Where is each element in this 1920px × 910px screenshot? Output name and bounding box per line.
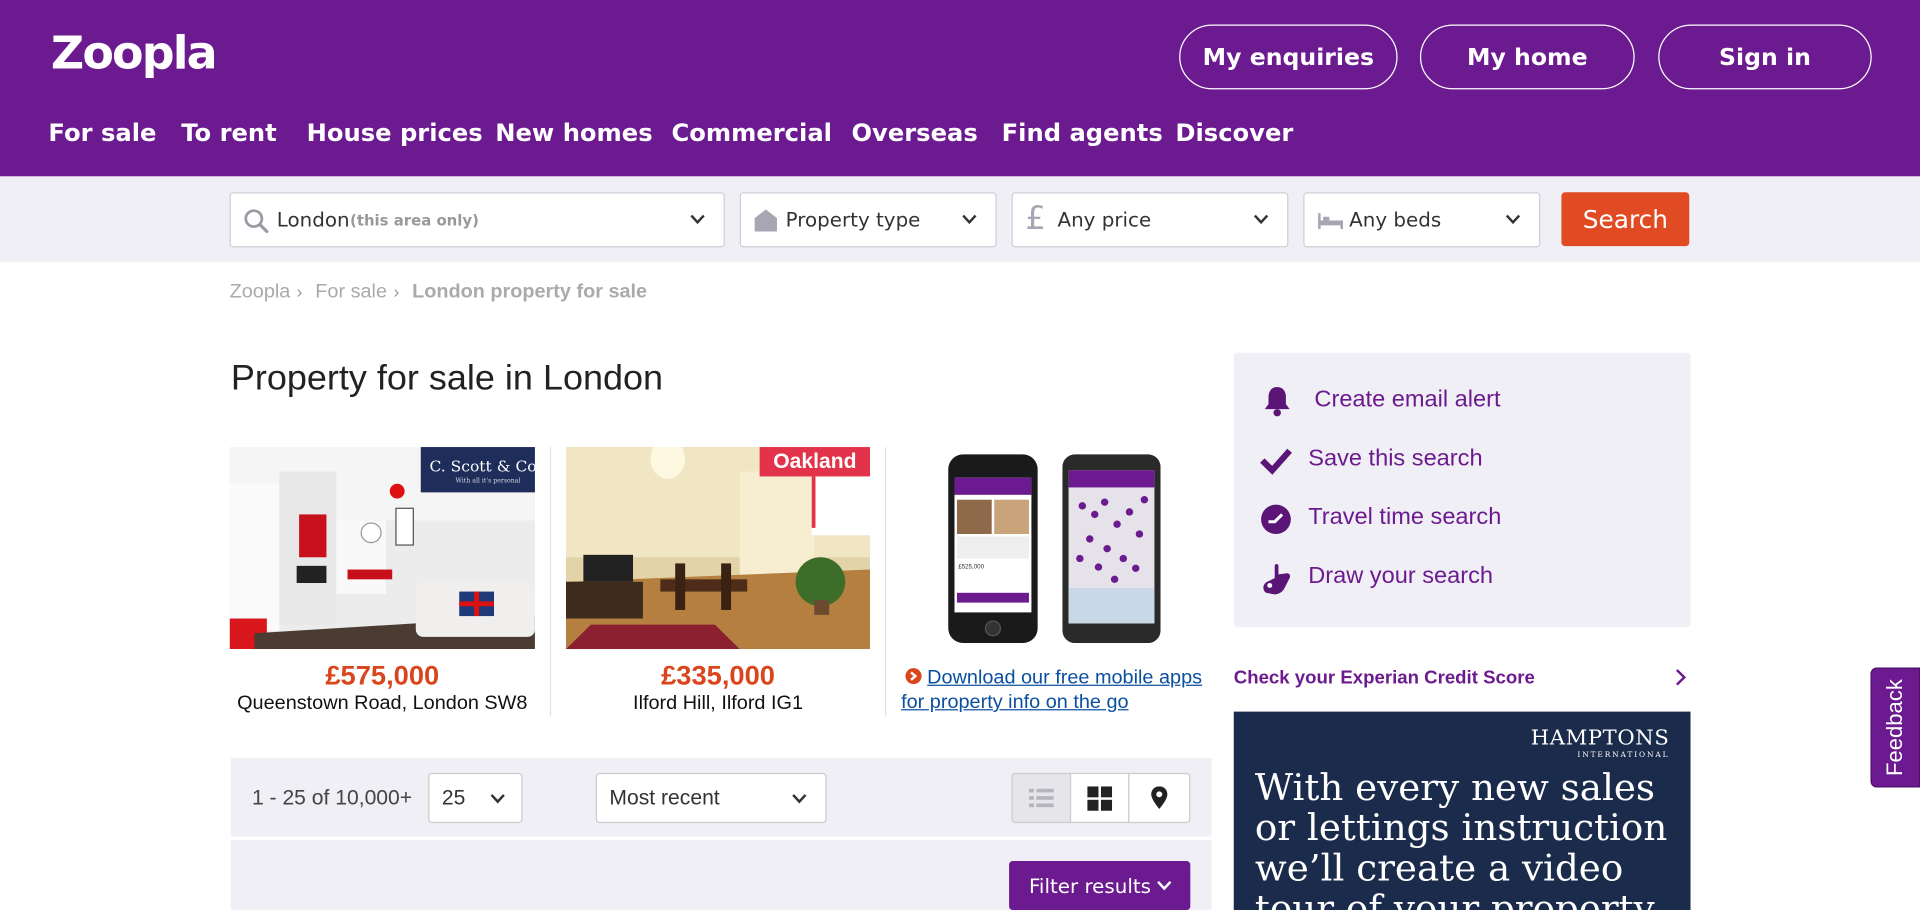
app-price: £525,000: [958, 563, 984, 570]
filter-results-button[interactable]: Filter results: [1009, 861, 1191, 910]
beds-label: Any beds: [1349, 208, 1442, 232]
per-page-value: 25: [441, 785, 466, 809]
travel-time-search-link[interactable]: Travel time search: [1308, 505, 1501, 532]
my-enquiries-button[interactable]: My enquiries: [1179, 24, 1398, 90]
zoopla-logo[interactable]: Zoopla: [51, 27, 218, 80]
map-pin-icon: [1151, 786, 1168, 809]
breadcrumb-separator-icon: ›: [296, 281, 303, 302]
mobile-app-phones-image[interactable]: £525,000: [943, 451, 1166, 647]
site-header: Zoopla My enquiries My home Sign in For …: [0, 0, 1920, 177]
draw-your-search-link[interactable]: Draw your search: [1308, 563, 1493, 590]
property-address[interactable]: Queenstown Road, London SW8: [230, 693, 535, 715]
chevron-right-icon[interactable]: [1673, 668, 1688, 688]
chevron-down-icon: [1157, 881, 1172, 891]
nav-house-prices[interactable]: House prices: [307, 119, 483, 147]
nav-find-agents[interactable]: Find agents: [1002, 119, 1163, 147]
agent-logo: C. Scott & Co With all it's personal: [420, 447, 535, 493]
chevron-down-icon: [490, 794, 505, 804]
my-home-button[interactable]: My home: [1419, 24, 1635, 90]
chevron-down-icon: [1253, 214, 1269, 225]
ad-brand: HAMPTONS: [1530, 726, 1670, 751]
featured-property-image[interactable]: Oakland: [565, 447, 871, 650]
clock-icon: [1261, 504, 1291, 535]
search-icon: [244, 209, 269, 234]
beds-select[interactable]: Any beds: [1303, 192, 1541, 248]
divider: [549, 447, 552, 717]
breadcrumb-zoopla[interactable]: Zoopla: [230, 282, 291, 304]
nav-for-sale[interactable]: For sale: [48, 119, 156, 147]
grid-view-icon: [1087, 785, 1113, 811]
featured-property-image[interactable]: C. Scott & Co With all it's personal: [229, 447, 535, 650]
location-value: London: [276, 208, 350, 232]
experian-credit-link[interactable]: Check your Experian Credit Score: [1234, 668, 1535, 689]
chevron-down-icon: [1505, 214, 1521, 225]
feedback-tab[interactable]: Feedback: [1870, 667, 1920, 788]
agent-tagline: With all it's personal: [455, 477, 521, 486]
nav-discover[interactable]: Discover: [1175, 119, 1293, 147]
hamptons-logo: HAMPTONS INTERNATIONAL: [1530, 726, 1670, 760]
save-search-link[interactable]: Save this search: [1308, 446, 1482, 473]
nav-to-rent[interactable]: To rent: [181, 119, 277, 147]
draw-hand-icon: [1263, 564, 1291, 595]
property-price[interactable]: £335,000: [566, 660, 870, 692]
living-room-photo: [565, 447, 871, 650]
location-input[interactable]: London (this area only): [229, 192, 725, 248]
checkmark-icon: [1260, 448, 1292, 475]
price-label: Any price: [1057, 208, 1152, 232]
download-apps-link[interactable]: Download our free mobile apps for proper…: [901, 666, 1205, 715]
property-type-label: Property type: [785, 208, 921, 232]
page-title: Property for sale in London: [230, 358, 664, 399]
house-icon: [754, 209, 777, 232]
bell-icon: [1264, 387, 1290, 417]
breadcrumb-current: London property for sale: [412, 281, 648, 303]
property-type-select[interactable]: Property type: [739, 192, 997, 248]
per-page-select[interactable]: 25: [428, 772, 523, 824]
nav-commercial[interactable]: Commercial: [671, 119, 831, 147]
hamptons-advert[interactable]: HAMPTONS INTERNATIONAL With every new sa…: [1233, 711, 1691, 910]
agent-logo: Oakland: [759, 447, 871, 477]
agent-name: C. Scott & Co: [429, 456, 535, 476]
map-view-button[interactable]: [1128, 772, 1191, 824]
sort-select[interactable]: Most recent: [595, 772, 827, 824]
chevron-down-icon: [792, 794, 807, 804]
sign-in-button[interactable]: Sign in: [1658, 24, 1872, 90]
list-view-icon: [1028, 788, 1054, 807]
breadcrumb-separator-icon: ›: [393, 281, 400, 302]
property-address[interactable]: Ilford Hill, Ilford IG1: [566, 693, 870, 715]
pound-icon: £: [1025, 200, 1046, 238]
page: Zoopla My enquiries My home Sign in For …: [0, 0, 1920, 910]
agent-logo-tail: [811, 476, 816, 528]
divider: [884, 447, 887, 717]
sort-value: Most recent: [609, 785, 720, 809]
property-price[interactable]: £575,000: [230, 660, 535, 692]
ad-brand-sub: INTERNATIONAL: [1577, 750, 1670, 760]
breadcrumb-for-sale[interactable]: For sale: [315, 282, 387, 304]
price-select[interactable]: £ Any price: [1011, 192, 1289, 248]
nav-new-homes[interactable]: New homes: [495, 119, 652, 147]
grid-view-button[interactable]: [1069, 772, 1130, 824]
list-view-button[interactable]: [1011, 772, 1072, 824]
ad-headline: With every new sales or lettings instruc…: [1254, 766, 1668, 910]
chevron-down-icon: [962, 214, 977, 225]
nav-overseas[interactable]: Overseas: [851, 119, 977, 147]
location-hint: (this area only): [350, 211, 479, 230]
filter-results-label: Filter results: [1028, 873, 1151, 898]
results-count: 1 - 25 of 10,000+: [251, 786, 413, 810]
create-email-alert-link[interactable]: Create email alert: [1314, 387, 1500, 414]
chevron-down-icon: [690, 214, 705, 225]
bed-icon: [1318, 213, 1343, 230]
search-button[interactable]: Search: [1561, 192, 1690, 247]
feedback-label: Feedback: [1882, 679, 1908, 776]
